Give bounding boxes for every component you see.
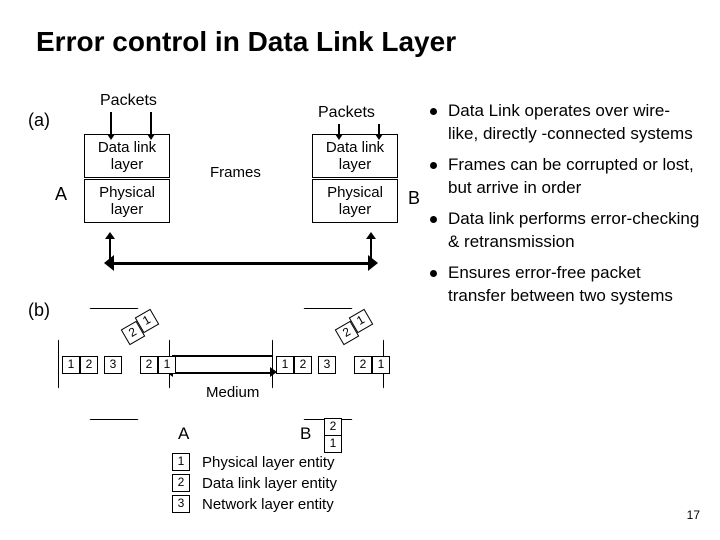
- legend-row-2: 2 Data link layer entity: [172, 474, 337, 492]
- legend-box-1: 1: [172, 453, 190, 471]
- arrowhead-icon: [366, 232, 376, 239]
- arrowhead-icon: [104, 255, 114, 271]
- entity-stack: 2 1: [324, 418, 342, 451]
- octagon-a-label: A: [178, 424, 189, 444]
- medium-line-icon: [172, 355, 272, 357]
- packets-label-left: Packets: [100, 92, 157, 110]
- legend-text-3: Network layer entity: [202, 496, 334, 513]
- arrowhead-icon: [107, 134, 115, 140]
- legend-text-2: Data link layer entity: [202, 475, 337, 492]
- bullet-1: Data Link operates over wire-like, direc…: [430, 100, 700, 146]
- bullet-3: Data link performs error-checking & retr…: [430, 208, 700, 254]
- entity-box-1: 1: [158, 356, 176, 374]
- entity-box-3: 3: [104, 356, 122, 374]
- arrowhead-icon: [375, 134, 383, 140]
- medium-line-icon: [172, 372, 272, 374]
- bullet-2: Frames can be corrupted or lost, but arr…: [430, 154, 700, 200]
- arrow-down-icon: [150, 112, 152, 136]
- panel-b-label: (b): [28, 300, 50, 321]
- bullet-4: Ensures error-free packet transfer betwe…: [430, 262, 700, 308]
- legend-row-3: 3 Network layer entity: [172, 495, 337, 513]
- entity-box-2: 2: [294, 356, 312, 374]
- medium-label: Medium: [206, 384, 259, 401]
- octagon-b-label: B: [300, 424, 311, 444]
- legend-box-3: 3: [172, 495, 190, 513]
- panel-a-label: (a): [28, 110, 50, 131]
- page-number: 17: [687, 508, 700, 522]
- arrowhead-icon: [105, 232, 115, 239]
- datalink-b: Data link layer: [312, 134, 398, 178]
- double-arrow-icon: [112, 262, 370, 265]
- entity-box-2: 2: [80, 356, 98, 374]
- entity-box-1: 1: [372, 356, 390, 374]
- legend-text-1: Physical layer entity: [202, 454, 335, 471]
- physical-b: Physical layer: [312, 179, 398, 223]
- legend-box-2: 2: [172, 474, 190, 492]
- legend-row-1: 1 Physical layer entity: [172, 453, 337, 471]
- slide-title: Error control in Data Link Layer: [0, 0, 720, 58]
- arrowhead-icon: [335, 134, 343, 140]
- entity-box-1: 1: [276, 356, 294, 374]
- entity-box-3: 3: [318, 356, 336, 374]
- frames-label: Frames: [210, 164, 261, 181]
- entity-box-2: 2: [140, 356, 158, 374]
- arrowhead-icon: [368, 255, 378, 271]
- datalink-a: Data link layer: [84, 134, 170, 178]
- packets-label-right: Packets: [318, 104, 375, 122]
- node-a-label: A: [55, 184, 67, 205]
- stack-b: Data link layer Physical layer: [312, 134, 398, 223]
- stack-a: Data link layer Physical layer: [84, 134, 170, 223]
- node-b-label: B: [408, 188, 420, 209]
- entity-box-2: 2: [354, 356, 372, 374]
- physical-a: Physical layer: [84, 179, 170, 223]
- arrow-down-icon: [110, 112, 112, 136]
- arrowhead-icon: [147, 134, 155, 140]
- entity-box-2: 2: [324, 418, 342, 436]
- legend: 1 Physical layer entity 2 Data link laye…: [172, 450, 337, 516]
- entity-box-1: 1: [62, 356, 80, 374]
- bullet-list: Data Link operates over wire-like, direc…: [430, 100, 700, 316]
